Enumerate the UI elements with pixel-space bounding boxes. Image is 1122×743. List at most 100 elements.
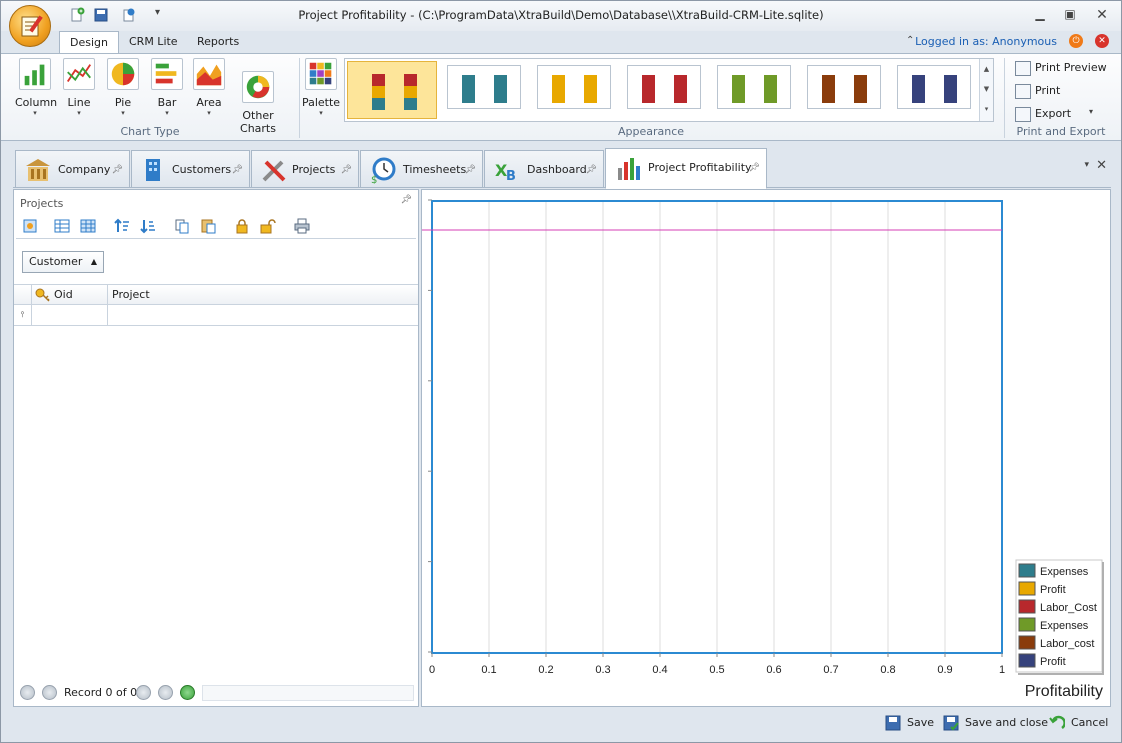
cancel-button[interactable]: Cancel: [1049, 713, 1108, 733]
print-export-group-label: Print and Export: [1016, 125, 1106, 138]
filter-cell-project[interactable]: [108, 305, 418, 325]
ribbon: Column ▾ Line ▾ Pie ▾ Bar ▾ Area ▾ Other…: [1, 53, 1121, 141]
tab-design[interactable]: Design: [59, 31, 119, 54]
print-button[interactable]: Print: [1015, 82, 1060, 100]
column-header-project[interactable]: Project: [108, 285, 418, 305]
tab-projects-label: Projects: [292, 163, 336, 176]
area-chart-button[interactable]: Area ▾: [189, 58, 229, 117]
tab-project-profitability-label: Project Profitability: [648, 161, 752, 174]
exit-icon[interactable]: ✕: [1095, 34, 1109, 48]
group-by-customer-button[interactable]: Customer ▲: [22, 251, 104, 273]
tab-list-dropdown-icon[interactable]: ▾: [1084, 160, 1089, 170]
logout-icon[interactable]: ⏻: [1069, 34, 1083, 48]
x-tick-label: 0.3: [595, 664, 610, 676]
save-and-close-button[interactable]: Save and close: [943, 713, 1048, 733]
line-chart-button[interactable]: Line ▾: [59, 58, 99, 117]
column-chart-label: Column: [15, 96, 58, 109]
last-record-button[interactable]: [158, 685, 173, 700]
pin-icon[interactable]: 📌︎: [232, 151, 243, 189]
style-swatch-navy[interactable]: [897, 65, 971, 109]
pin-icon[interactable]: 📌︎: [112, 151, 123, 189]
ribbon-tabs: Design CRM Lite Reports ⌃ Logged in as: …: [1, 31, 1121, 54]
customers-icon: [146, 159, 160, 181]
key-icon: [35, 288, 50, 302]
x-tick-label: 0.9: [937, 664, 952, 676]
palette-icon: [305, 58, 337, 90]
svg-text:$: $: [371, 175, 377, 184]
settings-icon[interactable]: [22, 218, 38, 234]
column-header-oid[interactable]: Oid: [32, 285, 108, 305]
x-tick-label: 0.2: [538, 664, 553, 676]
close-button[interactable]: ✕: [1089, 7, 1115, 25]
app-menu-button[interactable]: [9, 5, 51, 47]
export-dropdown-icon[interactable]: ▾: [1089, 107, 1093, 116]
restore-button[interactable]: ▣: [1057, 7, 1083, 25]
tab-customers[interactable]: Customers 📌︎: [131, 150, 250, 188]
save-label: Save: [907, 716, 935, 729]
horizontal-scrollbar[interactable]: [202, 685, 414, 701]
save-icon[interactable]: [93, 7, 109, 23]
auto-filter-row[interactable]: ⫯: [14, 305, 418, 326]
tab-reports[interactable]: Reports: [187, 31, 249, 53]
grid-view-icon[interactable]: [54, 218, 70, 234]
chart-panel: 0 0.1 0.2 0.3 0.4 0.5 0.6 0.7 0.8 0.9 1 Expenses Pr…: [421, 189, 1111, 707]
sort-descending-icon[interactable]: [140, 218, 156, 234]
pin-icon[interactable]: 📌︎: [749, 149, 760, 187]
legend-label: Expenses: [1040, 620, 1089, 632]
style-swatch-gold[interactable]: [537, 65, 611, 109]
style-swatch-red[interactable]: [627, 65, 701, 109]
bar-chart-button[interactable]: Bar ▾: [147, 58, 187, 117]
copy-icon[interactable]: [174, 218, 190, 234]
unlock-icon[interactable]: [260, 218, 276, 234]
legend-label: Profit: [1040, 584, 1066, 596]
first-record-button[interactable]: [20, 685, 35, 700]
pin-icon[interactable]: 📌︎: [341, 151, 352, 189]
tab-timesheets[interactable]: $ Timesheets 📌︎: [360, 150, 483, 188]
minimize-button[interactable]: ▁: [1027, 7, 1053, 25]
tab-crm-lite[interactable]: CRM Lite: [119, 31, 188, 53]
legend-swatch: [1018, 581, 1036, 596]
tab-company[interactable]: Company 📌︎: [15, 150, 130, 188]
palette-button[interactable]: Palette ▾: [301, 58, 341, 117]
appearance-group-label: Appearance: [617, 125, 685, 138]
new-record-icon[interactable]: [69, 7, 85, 23]
pin-icon[interactable]: 📌︎: [465, 151, 476, 189]
print-icon[interactable]: [294, 218, 310, 234]
pie-chart-button[interactable]: Pie ▾: [103, 58, 143, 117]
tab-dashboard[interactable]: XB Dashboard 📌︎: [484, 150, 604, 188]
tab-dashboard-label: Dashboard: [527, 163, 587, 176]
chart-type-group-label: Chart Type: [120, 125, 180, 138]
panel-pin-icon[interactable]: 📌︎: [401, 195, 412, 205]
line-chart-label: Line: [67, 96, 91, 109]
x-axis-ticks: 0 0.1 0.2 0.3 0.4 0.5 0.6 0.7 0.8 0.9 1: [429, 653, 1005, 676]
refresh-records-button[interactable]: [180, 685, 195, 700]
column-chart-button[interactable]: Column ▾: [15, 58, 58, 117]
style-swatch-teal[interactable]: [447, 65, 521, 109]
print-preview-button[interactable]: Print Preview: [1015, 59, 1107, 77]
pin-icon[interactable]: 📌︎: [586, 151, 597, 189]
style-swatch-selected[interactable]: [347, 61, 437, 119]
tab-timesheets-label: Timesheets: [403, 163, 467, 176]
tab-projects[interactable]: Projects 📌︎: [251, 150, 359, 188]
style-swatch-brown[interactable]: [807, 65, 881, 109]
record-count: Record 0 of 0: [64, 686, 138, 699]
refresh-icon[interactable]: [121, 7, 137, 23]
collapse-ribbon-icon[interactable]: ⌃: [906, 35, 914, 46]
chart-gridlines: [488, 201, 946, 653]
filter-cell-oid[interactable]: [32, 305, 108, 325]
paste-icon[interactable]: [200, 218, 216, 234]
next-record-button[interactable]: [136, 685, 151, 700]
gallery-scroll[interactable]: ▲ ▼ ▾: [979, 59, 993, 121]
lock-icon[interactable]: [234, 218, 250, 234]
card-view-icon[interactable]: [80, 218, 96, 234]
document-tabs: Company 📌︎ Customers 📌︎ Projects 📌︎ $ Ti…: [13, 148, 1111, 189]
tab-project-profitability[interactable]: Project Profitability 📌︎: [605, 148, 767, 189]
style-swatch-green[interactable]: [717, 65, 791, 109]
bar-chart-label: Bar: [157, 96, 177, 109]
chart-title: Profitability: [1025, 683, 1103, 700]
sort-ascending-icon[interactable]: [114, 218, 130, 234]
previous-record-button[interactable]: [42, 685, 57, 700]
quick-access-customize-icon[interactable]: ▾: [155, 7, 171, 23]
close-tab-icon[interactable]: ✕: [1096, 158, 1107, 173]
save-button[interactable]: Save: [885, 713, 934, 733]
